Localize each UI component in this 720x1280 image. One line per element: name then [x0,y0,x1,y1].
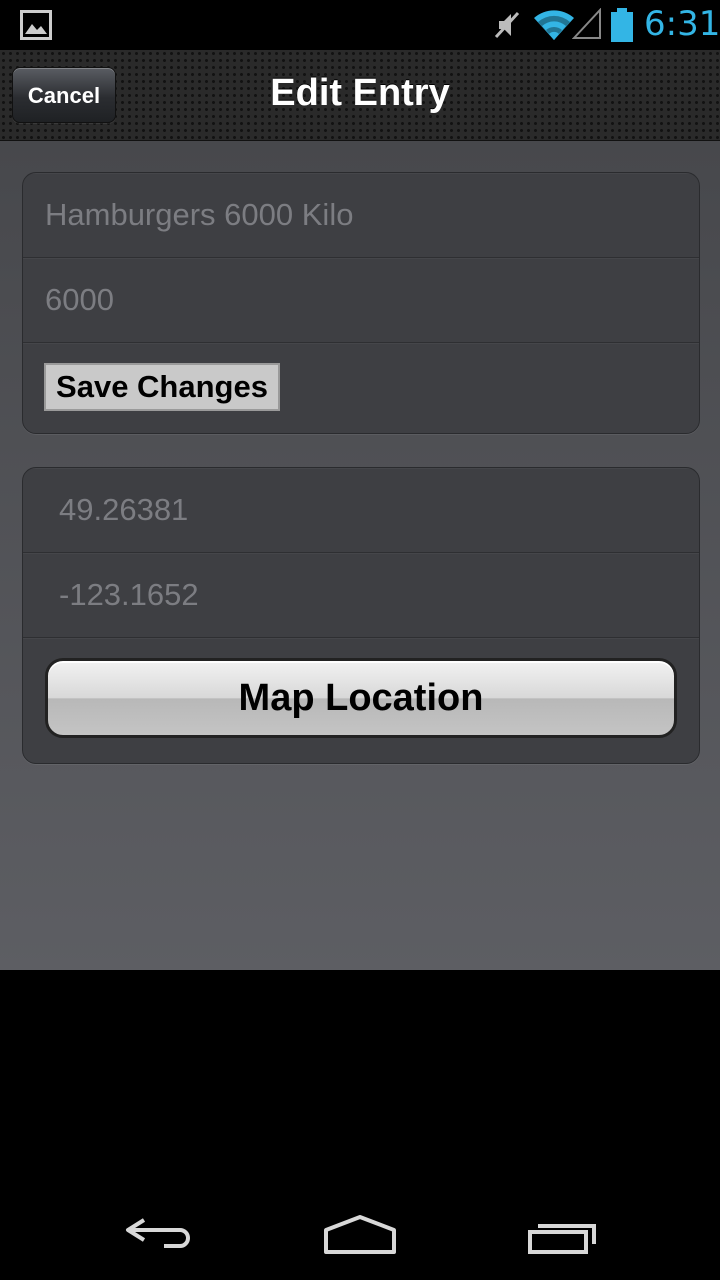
signal-icon [572,8,601,39]
save-changes-button[interactable]: Save Changes [44,363,280,411]
home-icon[interactable] [322,1214,398,1256]
page-title: Edit Entry [270,72,450,114]
quantity-field[interactable]: 6000 [45,258,114,342]
clock: 6:31 [644,4,720,44]
battery-icon [611,8,633,42]
wifi-icon [534,10,574,40]
back-icon[interactable] [124,1216,196,1256]
map-row: Map Location [23,638,699,763]
mute-icon [494,11,520,39]
longitude-row[interactable]: -123.1652 [23,553,699,638]
gallery-icon [20,10,52,40]
navigation-bar: Cancel Edit Entry [0,50,720,141]
location-group: 49.26381 -123.1652 Map Location [22,467,700,764]
longitude-field[interactable]: -123.1652 [59,553,199,637]
cancel-button[interactable]: Cancel [12,67,116,123]
status-bar: 6:31 [0,0,720,50]
recent-apps-icon[interactable] [526,1216,600,1256]
name-field[interactable]: Hamburgers 6000 Kilo [45,173,353,257]
entry-group: Hamburgers 6000 Kilo 6000 Save Changes [22,172,700,434]
system-navigation-bar [0,970,720,1280]
map-location-button[interactable]: Map Location [45,658,677,738]
latitude-row[interactable]: 49.26381 [23,468,699,553]
save-row: Save Changes [23,343,699,433]
content-area: Hamburgers 6000 Kilo 6000 Save Changes 4… [0,141,720,970]
latitude-field[interactable]: 49.26381 [59,468,188,552]
name-row[interactable]: Hamburgers 6000 Kilo [23,173,699,258]
quantity-row[interactable]: 6000 [23,258,699,343]
